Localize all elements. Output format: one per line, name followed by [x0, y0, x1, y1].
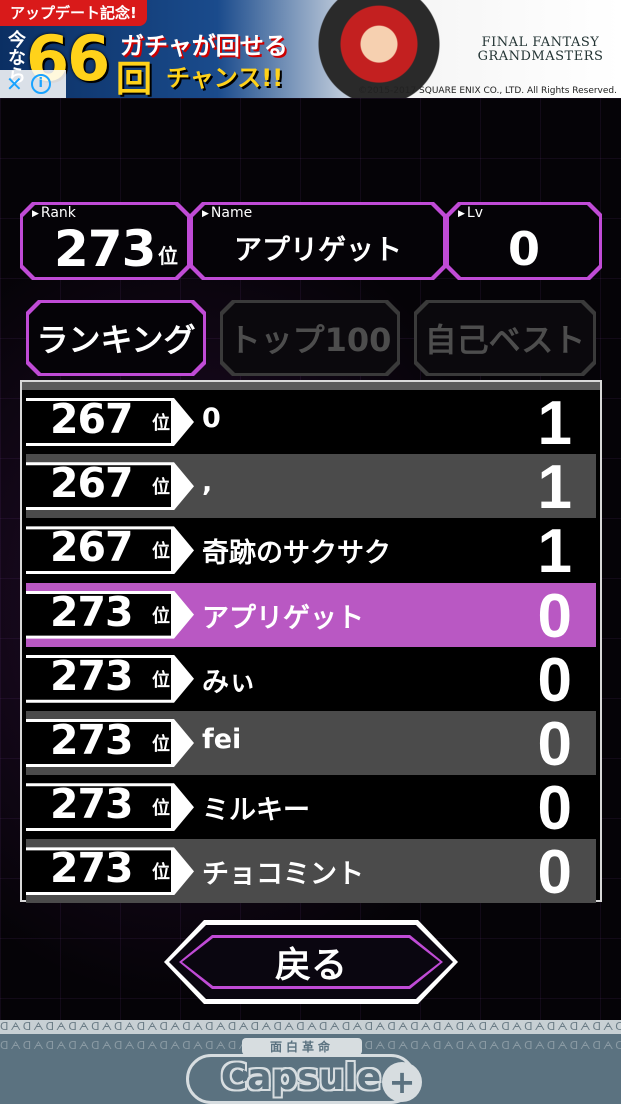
back-button[interactable]: 戻る	[164, 920, 458, 1004]
row-rank-suffix: 位	[152, 669, 170, 691]
player-level-value: 0	[507, 222, 540, 276]
list-item: 273 位 みぃ 0	[26, 646, 596, 715]
row-rank: 267	[50, 459, 134, 508]
player-rank-box: Rank 273 位	[20, 202, 190, 280]
list-item: 267 位, 1	[26, 453, 596, 522]
capsule-logo: 面白革命 Capsule +	[186, 1038, 436, 1104]
row-rank-suffix: 位	[152, 798, 170, 820]
row-name: みぃ	[202, 666, 256, 698]
row-score: 0	[537, 710, 572, 779]
row-rank-suffix: 位	[152, 541, 170, 563]
row-score: 0	[537, 838, 572, 908]
ad-line1: ガチャが回せる	[120, 32, 288, 60]
row-name: アプリゲット	[202, 602, 364, 634]
tab-ranking[interactable]: ランキング	[26, 300, 206, 376]
ranking-list[interactable]: 267 位 0 1 267 位, 1 267 位奇跡のサクサク 1 273 位アプリゲット 0 273 位み…	[20, 380, 602, 907]
row-score: 0	[537, 774, 572, 844]
plus-icon: +	[382, 1062, 422, 1102]
rank-badge: 273 位	[26, 651, 194, 703]
name-label: Name	[202, 205, 252, 221]
back-button-label: 戻る	[182, 938, 440, 986]
row-name: 奇跡のサクサク	[202, 538, 391, 570]
row-score: 1	[537, 389, 572, 458]
row-rank-suffix: 位	[152, 477, 170, 499]
row-rank: 273	[50, 780, 134, 829]
row-rank: 273	[50, 716, 134, 764]
row-rank-suffix: 位	[152, 413, 170, 434]
row-rank: 273	[50, 651, 134, 700]
list-top-rule	[22, 382, 600, 390]
player-name-box: Name アプリゲット	[190, 202, 446, 280]
row-score: 0	[537, 645, 572, 715]
row-rank-suffix: 位	[152, 734, 170, 755]
rank-badge: 273 位	[26, 716, 194, 767]
row-score: 1	[537, 517, 572, 587]
player-rank-suffix: 位	[158, 244, 178, 268]
footer-pattern: ᗡᗅᗡᗅᗡᗅᗡᗅᗡᗅᗡᗅᗡᗅᗡᗅᗡᗅᗡᗅᗡᗅᗡᗅᗡᗅᗡᗅᗡᗅᗡᗅᗡᗅᗡᗅᗡᗅᗡᗅ…	[0, 1020, 621, 1034]
ad-banner[interactable]: アップデート記念! 今なら 66 回 ガチャが回せる チャンス!! FINAL …	[0, 0, 621, 98]
row-name: ミルキー	[202, 795, 310, 827]
row-rank-suffix: 位	[152, 605, 170, 627]
player-level-box: Lv 0	[446, 202, 602, 280]
list-item: 273 位 ミルキー 0	[26, 774, 596, 843]
row-rank: 267	[50, 395, 134, 443]
close-icon[interactable]: ✕	[6, 72, 23, 96]
row-rank: 267	[50, 523, 134, 572]
list-item: 273 位 fei 0	[26, 710, 596, 779]
ad-brand: FINAL FANTASY GRANDMASTERS	[477, 35, 604, 64]
lv-label: Lv	[458, 205, 483, 221]
game-area: Rank 273 位 Name アプリゲット Lv 0 ランキング トップ100…	[0, 98, 621, 1020]
rank-badge: 273 位	[26, 587, 194, 639]
ad-copyright: ©2015-2017 SQUARE ENIX CO., LTD. All Rig…	[358, 86, 617, 96]
list-item: 273 位 チョコミント 0	[26, 838, 596, 907]
tab-top100[interactable]: トップ100	[220, 300, 400, 376]
tab-personal-best[interactable]: 自己ベスト	[414, 300, 596, 376]
rank-label: Rank	[32, 205, 76, 221]
ad-choices: ✕ i	[0, 70, 66, 98]
row-score: 0	[537, 581, 572, 651]
row-name: ,	[202, 467, 213, 499]
row-rank: 273	[50, 844, 134, 893]
list-item: 267 位 0 1	[26, 389, 596, 458]
rank-badge: 267 位	[26, 395, 194, 446]
rank-badge: 273 位	[26, 780, 194, 832]
row-score: 1	[537, 453, 572, 523]
rank-badge: 267 位	[26, 459, 194, 511]
info-icon[interactable]: i	[30, 74, 51, 94]
row-rank: 273	[50, 587, 134, 636]
footer-banner[interactable]: ᗡᗅᗡᗅᗡᗅᗡᗅᗡᗅᗡᗅᗡᗅᗡᗅᗡᗅᗡᗅᗡᗅᗡᗅᗡᗅᗡᗅᗡᗅᗡᗅᗡᗅᗡᗅᗡᗅᗡᗅ…	[0, 1020, 621, 1104]
player-rank-value: 273	[54, 220, 156, 278]
list-item-current-player: 273 位 アプリゲット 0	[26, 582, 596, 651]
ad-line2: チャンス!!	[166, 64, 284, 92]
ad-character-art	[294, 0, 464, 98]
row-name: fei	[202, 724, 242, 755]
tab-ranking-label: ランキング	[29, 303, 203, 373]
tab-top100-label: トップ100	[223, 303, 397, 373]
logo-sub: 面白革命	[242, 1038, 362, 1055]
list-item: 267 位 奇跡のサクサク 1	[26, 517, 596, 586]
rank-badge: 267 位	[26, 523, 194, 575]
tab-personal-best-label: 自己ベスト	[417, 303, 593, 373]
row-name: チョコミント	[202, 859, 364, 891]
rank-badge: 273 位	[26, 844, 194, 896]
row-name: 0	[202, 403, 221, 434]
row-rank-suffix: 位	[152, 862, 170, 884]
player-name-value: アプリゲット	[233, 233, 402, 266]
